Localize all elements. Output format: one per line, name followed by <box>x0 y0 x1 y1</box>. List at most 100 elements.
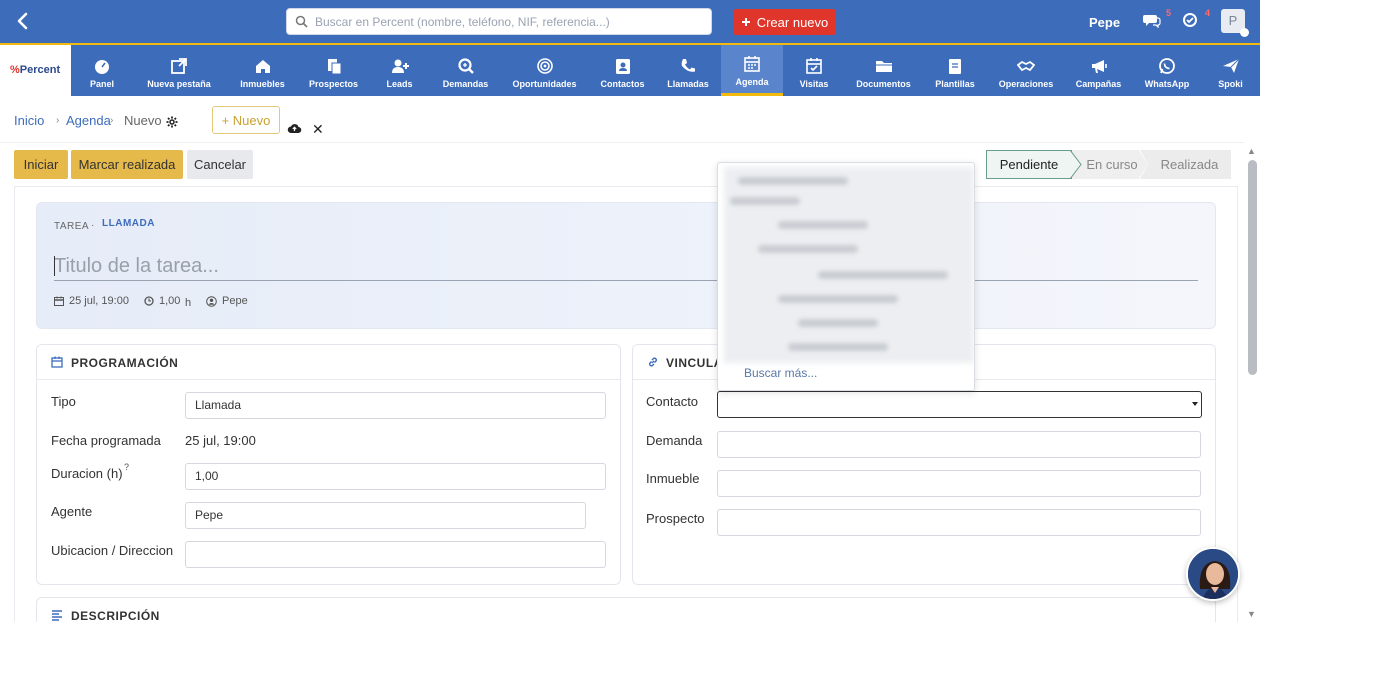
nav-item-contactos[interactable]: Contactos <box>590 45 655 96</box>
nav-item-nueva-pestana[interactable]: Nueva pestaña <box>133 45 225 96</box>
scroll-down-arrow[interactable]: ▼ <box>1247 609 1256 619</box>
new-record-button[interactable]: + Nuevo <box>212 106 280 134</box>
handshake-icon <box>1017 60 1035 71</box>
nav-item-label: Nueva pestaña <box>147 78 211 89</box>
nav-item-label: Visitas <box>799 78 829 89</box>
notifications-button[interactable]: 4 <box>1182 8 1210 30</box>
result-item[interactable] <box>778 221 868 229</box>
messages-button[interactable]: 5 <box>1143 8 1171 30</box>
plus-icon <box>741 18 750 26</box>
start-button[interactable]: Iniciar <box>14 150 68 179</box>
mark-done-button[interactable]: Marcar realizada <box>71 150 183 179</box>
global-search[interactable] <box>286 8 712 35</box>
messages-badge: 5 <box>1165 8 1171 18</box>
nav-item-panel[interactable]: Panel <box>71 45 133 96</box>
ubicacion-field[interactable] <box>185 541 606 568</box>
nav-item-label: Campañas <box>1075 78 1122 89</box>
nav-item-inmuebles[interactable]: Inmuebles <box>225 45 300 96</box>
result-item[interactable] <box>778 295 898 303</box>
status-step-pending[interactable]: Pendiente <box>986 150 1072 179</box>
agente-field[interactable]: Pepe <box>185 502 586 529</box>
start-label: Iniciar <box>23 157 59 172</box>
result-item[interactable] <box>738 177 848 185</box>
user-circle-icon <box>206 295 217 307</box>
scrollbar-thumb[interactable] <box>1248 160 1257 375</box>
nav-item-llamadas[interactable]: Llamadas <box>655 45 721 96</box>
nav-item-agenda[interactable]: Agenda <box>721 45 783 96</box>
task-duration-meta[interactable]: 1,00 <box>144 295 180 307</box>
result-item[interactable] <box>730 197 800 205</box>
chevron-down-icon <box>1192 402 1198 406</box>
align-left-icon <box>52 610 62 621</box>
task-title-input[interactable] <box>54 252 1198 281</box>
breadcrumb-agenda[interactable]: Agenda <box>66 113 111 128</box>
prospecto-label: Prospecto <box>646 511 705 526</box>
chevron-left-icon <box>17 12 28 30</box>
nav-item-plantillas[interactable]: Plantillas <box>922 45 988 96</box>
folder-icon <box>875 60 892 72</box>
cloud-upload-icon[interactable] <box>287 121 302 139</box>
demanda-field[interactable] <box>717 431 1201 458</box>
result-item[interactable] <box>818 271 948 279</box>
gear-icon[interactable] <box>166 115 178 133</box>
nav-item-whatsapp[interactable]: WhatsApp <box>1133 45 1201 96</box>
result-item[interactable] <box>758 245 858 253</box>
nav-item-label: Plantillas <box>935 78 975 89</box>
documents-icon <box>327 58 341 74</box>
breadcrumb-home[interactable]: Inicio <box>14 113 44 128</box>
tipo-field[interactable]: Llamada <box>185 392 606 419</box>
close-icon[interactable]: ✕ <box>312 121 324 138</box>
descripcion-panel: DESCRIPCIÓN <box>36 597 1216 622</box>
scroll-up-arrow[interactable]: ▲ <box>1247 146 1256 156</box>
add-user-icon <box>391 59 409 73</box>
nav-item-leads[interactable]: Leads <box>367 45 432 96</box>
status-step-done[interactable]: Realizada <box>1140 150 1231 179</box>
search-more-link[interactable]: Buscar más... <box>744 366 817 380</box>
nav-item-label: Agenda <box>735 77 769 87</box>
duracion-field[interactable]: 1,00 <box>185 463 606 490</box>
clock-icon <box>144 296 154 306</box>
result-item[interactable] <box>788 343 888 351</box>
status-step-label: Realizada <box>1160 157 1219 172</box>
user-name[interactable]: Pepe <box>1089 15 1120 30</box>
step-arrow-icon <box>1070 150 1082 179</box>
contacto-select[interactable] <box>717 391 1202 418</box>
new-tab-icon <box>171 57 187 74</box>
inmueble-field[interactable] <box>717 470 1201 497</box>
nav-item-label: Oportunidades <box>512 78 577 89</box>
user-avatar[interactable]: P <box>1221 9 1249 37</box>
nav-item-prospectos[interactable]: Prospectos <box>300 45 367 96</box>
duracion-help-icon[interactable]: ? <box>124 462 129 472</box>
breadcrumb-current: Nuevo <box>124 113 162 128</box>
back-button[interactable] <box>12 10 34 32</box>
nav-item-operaciones[interactable]: Operaciones <box>988 45 1064 96</box>
nav-item-spoki[interactable]: Spoki <box>1201 45 1260 96</box>
logo[interactable]: %Percent <box>0 45 71 96</box>
task-date-meta[interactable]: 25 jul, 19:00 <box>54 295 129 307</box>
inmueble-label: Inmueble <box>646 471 700 486</box>
prospecto-field[interactable] <box>717 509 1201 536</box>
result-item[interactable] <box>798 319 878 327</box>
search-input[interactable] <box>315 9 705 34</box>
assistant-avatar[interactable] <box>1186 547 1240 601</box>
task-subtype[interactable]: LLAMADA <box>102 218 155 229</box>
nav-item-label: Prospectos <box>308 78 359 89</box>
panel-title: PROGRAMACIÓN <box>71 356 179 370</box>
nav-item-visitas[interactable]: Visitas <box>783 45 845 96</box>
nav-item-label: Contactos <box>600 78 645 89</box>
nav-item-demandas[interactable]: Demandas <box>432 45 499 96</box>
search-icon <box>295 15 308 28</box>
task-type: TAREA <box>54 221 90 232</box>
cancel-button[interactable]: Cancelar <box>187 150 253 179</box>
create-new-button[interactable]: Crear nuevo <box>733 9 836 35</box>
nav-item-oportunidades[interactable]: Oportunidades <box>499 45 590 96</box>
duracion-value: 1,00 <box>195 469 219 483</box>
nav-item-campanas[interactable]: Campañas <box>1064 45 1133 96</box>
megaphone-icon <box>1091 59 1107 73</box>
nav-item-label: Operaciones <box>998 78 1054 89</box>
nav-item-documentos[interactable]: Documentos <box>845 45 922 96</box>
task-date: 25 jul, 19:00 <box>69 295 129 307</box>
task-agent-meta[interactable]: Pepe <box>206 295 248 307</box>
send-icon <box>1222 58 1239 73</box>
fecha-value[interactable]: 25 jul, 19:00 <box>185 433 256 448</box>
